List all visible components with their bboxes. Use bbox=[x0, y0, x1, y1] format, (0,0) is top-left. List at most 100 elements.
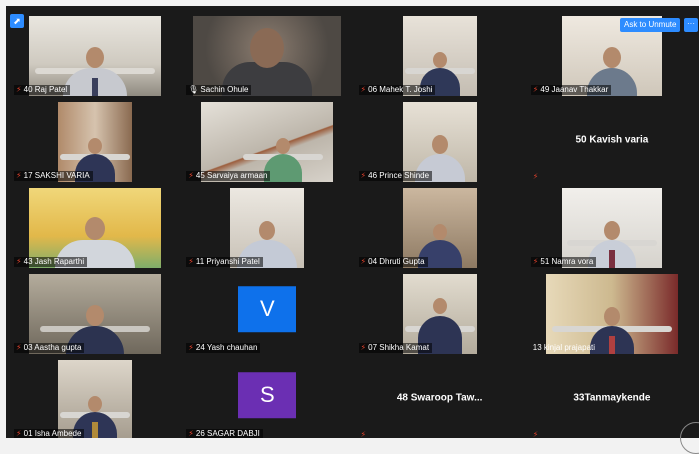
participant-name: 17 SAKSHI VARIA bbox=[23, 171, 90, 180]
participant-name-tag: ⚡ 46 Prince Shinde bbox=[358, 171, 433, 181]
participant-name-tag: ⚡ 26 SAGAR DABJI bbox=[186, 429, 263, 438]
participant-tile[interactable]: ⚡ 17 SAKSHI VARIA bbox=[10, 98, 181, 182]
participant-display-name: 50 Kavish varia bbox=[575, 134, 649, 146]
participant-tile[interactable]: ⚡ 07 Shikha Kamat bbox=[354, 270, 525, 354]
participant-name: Sachin Ohule bbox=[200, 85, 249, 94]
participant-name-tag: ⚡ bbox=[531, 173, 542, 181]
participant-video bbox=[29, 274, 162, 354]
mic-muted-icon: ⚡ bbox=[360, 343, 367, 352]
participant-name-tag: ⚡ 01 Isha Ambede bbox=[14, 429, 85, 438]
gallery-grid: ⚡ 40 Raj Patel 🎙 Sachin Ohule ⚡ 06 Mahek T.… bbox=[10, 12, 697, 438]
participant-tile[interactable]: ⚡ 45 Sarvaiya armaan bbox=[182, 98, 353, 182]
participant-video bbox=[230, 188, 305, 268]
participant-tile[interactable]: ⚡ 04 Dhruti Gupta bbox=[354, 184, 525, 268]
participant-name: 01 Isha Ambede bbox=[23, 429, 82, 438]
participant-name: 06 Mahek T. Joshi bbox=[368, 85, 433, 94]
participant-name-tag: ⚡ 03 Aastha gupta bbox=[14, 343, 85, 353]
participant-name-tag: ⚡ 17 SAKSHI VARIA bbox=[14, 171, 93, 181]
mic-muted-icon: ⚡ bbox=[16, 343, 22, 352]
participant-name-tag: ⚡ 11 Priyanshi Patel bbox=[186, 257, 263, 267]
participant-tile[interactable]: 48 Swaroop Taw... ⚡ bbox=[354, 356, 525, 439]
mic-muted-icon: ⚡ bbox=[360, 171, 367, 180]
ask-to-unmute-button[interactable]: Ask to Unmute bbox=[620, 18, 681, 32]
mic-muted-icon: ⚡ bbox=[188, 257, 194, 266]
participant-video bbox=[58, 360, 133, 438]
mic-muted-icon: ⚡ bbox=[532, 85, 539, 94]
mic-muted-icon: ⚡ bbox=[16, 429, 22, 438]
participant-video bbox=[193, 16, 342, 96]
participant-tile[interactable]: ⚡ 06 Mahek T. Joshi bbox=[354, 12, 525, 96]
participant-name-tag: ⚡ 51 Namra vora bbox=[530, 257, 597, 267]
mic-muted-icon: ⚡ bbox=[16, 171, 22, 180]
participant-name-tag: ⚡ 43 Jash Raparthi bbox=[14, 257, 88, 267]
participant-tile[interactable]: 33Tanmaykende ⚡ bbox=[526, 356, 697, 439]
participant-tile[interactable]: V ⚡ 24 Yash chauhan bbox=[182, 270, 353, 354]
mic-muted-icon: ⚡ bbox=[188, 171, 194, 180]
participant-video bbox=[58, 102, 133, 182]
zoom-meeting-window: ⚡ 40 Raj Patel 🎙 Sachin Ohule ⚡ 06 Mahek T.… bbox=[6, 6, 699, 438]
participant-name: 13 kinjal prajapati bbox=[532, 343, 596, 352]
scroll-indicator bbox=[680, 422, 699, 454]
participant-name-tag: ⚡ bbox=[531, 430, 542, 439]
mic-muted-icon: ⚡ bbox=[532, 172, 539, 181]
participant-name: 45 Sarvaiya armaan bbox=[195, 171, 268, 180]
participant-name-tag: ⚡ 40 Raj Patel bbox=[14, 85, 71, 95]
participant-tile[interactable]: 50 Kavish varia ⚡ bbox=[526, 98, 697, 182]
participant-name: 49 Jaanav Thakkar bbox=[540, 85, 609, 94]
participant-name-tag: 🎙 Sachin Ohule bbox=[186, 85, 252, 95]
participant-video bbox=[402, 188, 477, 268]
participant-display-name: 33Tanmaykende bbox=[573, 392, 651, 404]
participant-video bbox=[545, 274, 678, 354]
participant-video bbox=[201, 102, 334, 182]
mic-muted-icon: ⚡ bbox=[532, 257, 539, 266]
more-options-button[interactable]: ··· bbox=[684, 18, 698, 32]
participant-tile[interactable]: ⚡ 51 Namra vora bbox=[526, 184, 697, 268]
participant-name-tag: 13 kinjal prajapati bbox=[531, 343, 598, 353]
participant-name: 11 Priyanshi Patel bbox=[195, 257, 260, 266]
mic-muted-icon: ⚡ bbox=[188, 429, 194, 438]
participant-tile[interactable]: 13 kinjal prajapati bbox=[526, 270, 697, 354]
participant-name: 03 Aastha gupta bbox=[23, 343, 82, 352]
participant-video bbox=[402, 102, 477, 182]
participant-name: 43 Jash Raparthi bbox=[23, 257, 85, 266]
participant-avatar: V bbox=[238, 286, 297, 333]
mic-muted-icon: ⚡ bbox=[16, 257, 22, 266]
mic-muted-icon: ⚡ bbox=[360, 257, 367, 266]
participant-tile[interactable]: ⚡ 43 Jash Raparthi bbox=[10, 184, 181, 268]
mic-muted-icon: ⚡ bbox=[360, 430, 367, 439]
participant-name: 40 Raj Patel bbox=[23, 85, 68, 94]
participant-name-tag: ⚡ 24 Yash chauhan bbox=[186, 343, 261, 353]
participant-name-tag: ⚡ bbox=[359, 430, 370, 439]
participant-name: 24 Yash chauhan bbox=[195, 343, 258, 352]
participant-name: 46 Prince Shinde bbox=[368, 171, 430, 180]
participant-name-tag: ⚡ 45 Sarvaiya armaan bbox=[186, 171, 271, 181]
participant-avatar: S bbox=[238, 372, 297, 419]
participant-tile[interactable]: ⚡ 03 Aastha gupta bbox=[10, 270, 181, 354]
mic-muted-icon: ⚡ bbox=[360, 85, 367, 94]
participant-video bbox=[29, 188, 162, 268]
participant-video bbox=[402, 16, 477, 96]
participant-tile[interactable]: ⚡ 40 Raj Patel bbox=[10, 12, 181, 96]
share-screen-icon[interactable]: ⬈ bbox=[10, 14, 24, 28]
participant-name: 04 Dhruti Gupta bbox=[368, 257, 425, 266]
participant-name: 26 SAGAR DABJI bbox=[195, 429, 260, 438]
participant-name: 07 Shikha Kamat bbox=[368, 343, 430, 352]
participant-name-tag: ⚡ 06 Mahek T. Joshi bbox=[358, 85, 436, 95]
participant-tile[interactable]: ⚡ 46 Prince Shinde bbox=[354, 98, 525, 182]
participant-video bbox=[29, 16, 162, 96]
participant-tile[interactable]: ⚡ 11 Priyanshi Patel bbox=[182, 184, 353, 268]
participant-tile[interactable]: S ⚡ 26 SAGAR DABJI bbox=[182, 356, 353, 438]
participant-name-tag: ⚡ 07 Shikha Kamat bbox=[358, 343, 433, 353]
participant-video bbox=[561, 188, 662, 268]
participant-tile[interactable]: 🎙 Sachin Ohule bbox=[182, 12, 353, 96]
participant-display-name: 48 Swaroop Taw... bbox=[396, 392, 483, 404]
participant-name-tag: ⚡ 04 Dhruti Gupta bbox=[358, 257, 428, 267]
participant-video bbox=[402, 274, 477, 354]
participant-name: 51 Namra vora bbox=[540, 257, 594, 266]
mic-icon: 🎙 bbox=[188, 85, 199, 94]
mic-muted-icon: ⚡ bbox=[188, 343, 194, 352]
mic-muted-icon: ⚡ bbox=[16, 85, 22, 94]
mic-muted-icon: ⚡ bbox=[532, 430, 539, 439]
participant-tile[interactable]: ⚡ 01 Isha Ambede bbox=[10, 356, 181, 438]
participant-name-tag: ⚡ 49 Jaanav Thakkar bbox=[530, 85, 612, 95]
